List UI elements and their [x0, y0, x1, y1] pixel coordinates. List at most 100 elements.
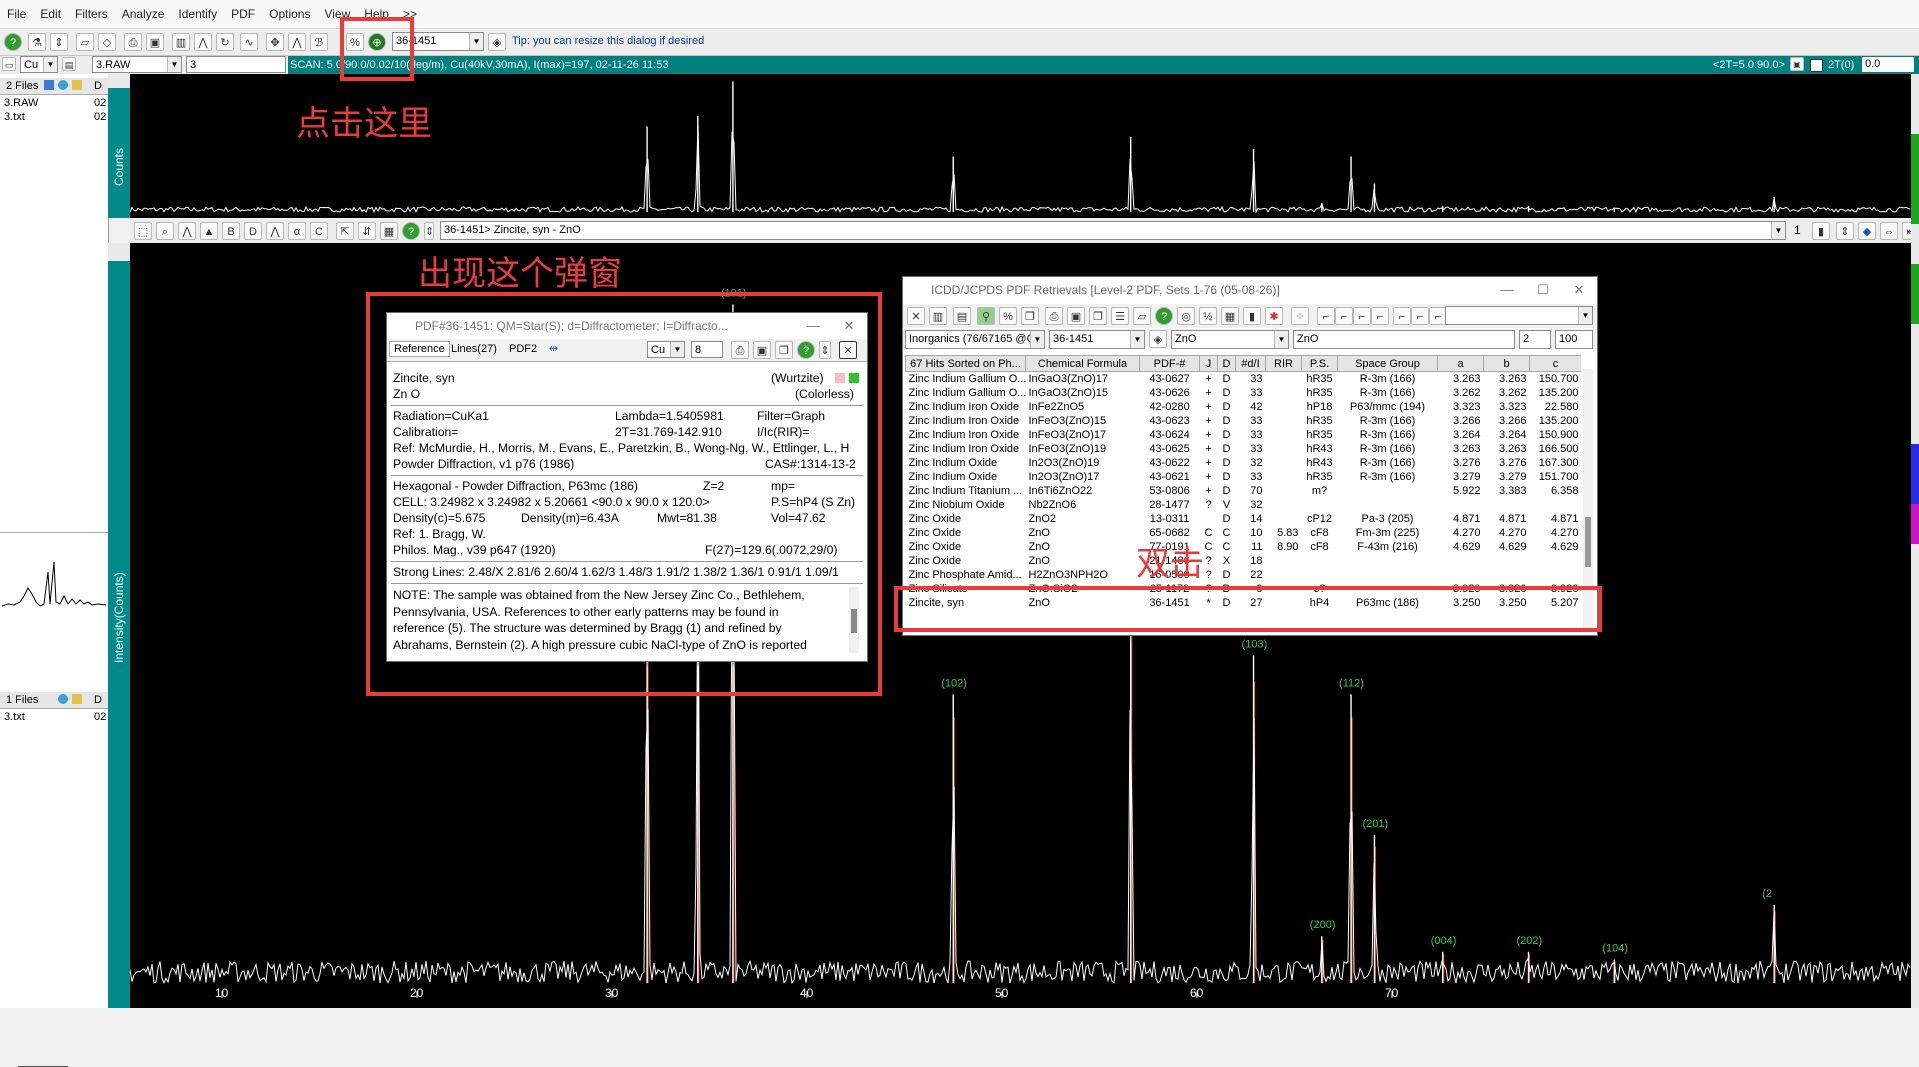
spin-icon[interactable]: ⇕ — [424, 222, 434, 240]
bracket-icon[interactable]: ⌐ — [1393, 307, 1411, 325]
hit-row[interactable]: Zinc Indium Iron Oxide InFeO3(ZnO)19 43-06… — [906, 442, 1582, 456]
lookup-icon[interactable]: ◈ — [1149, 330, 1167, 348]
toggle-icon[interactable]: ▮ — [1812, 222, 1830, 240]
folder-icon[interactable] — [72, 80, 82, 90]
anode-combo[interactable]: Cu ▼ — [20, 56, 58, 73]
scale-icon[interactable]: ⇵ — [358, 222, 376, 240]
menu-file[interactable]: File — [0, 0, 33, 28]
pdf-lookup-icon[interactable]: ◈ — [488, 33, 506, 51]
column-header[interactable]: 67 Hits Sorted on Ph... — [905, 355, 1026, 372]
angle-checkbox[interactable] — [1810, 59, 1823, 72]
peak-icon[interactable]: ⋀ — [178, 222, 196, 240]
max-input[interactable]: 100 — [1555, 330, 1593, 349]
hit-row[interactable]: Zinc Indium Gallium O... InGaO3(ZnO)15 43-… — [906, 386, 1582, 400]
column-header[interactable]: c — [1529, 355, 1581, 372]
cursor-icon[interactable]: C — [310, 222, 328, 240]
print-icon[interactable]: ⎙ — [124, 33, 142, 51]
subset-combo[interactable]: Inorganics (76/67165 @C ▼ — [905, 330, 1045, 349]
bracket-icon[interactable]: ⌐ — [1411, 307, 1429, 325]
pattern-icon[interactable]: ⁘ — [1291, 307, 1309, 325]
chevron-down-icon[interactable]: ▼ — [167, 57, 181, 72]
hit-row[interactable]: Zinc Niobium Oxide Nb2ZnO6 28-1477? V 32 — [906, 498, 1582, 512]
refresh-icon[interactable]: ↻ — [216, 33, 234, 51]
file-row-3txt[interactable]: 3.txt — [4, 110, 25, 124]
erase-icon[interactable]: ◇ — [98, 33, 116, 51]
chevron-down-icon[interactable]: ▼ — [1274, 331, 1288, 348]
bracket-icon[interactable]: ⌐ — [1317, 307, 1335, 325]
formula-search-input[interactable]: ZnO — [1293, 330, 1515, 349]
folder-icon[interactable] — [72, 694, 82, 704]
print-icon[interactable]: ⎙ — [1045, 307, 1063, 325]
updown-icon[interactable]: ⇕ — [50, 33, 68, 51]
hit-row[interactable]: Zinc Oxide ZnO2 13-0311 D 14 cP12 Pa-3 (205) 4.… — [906, 512, 1582, 526]
save-icon[interactable]: ▣ — [146, 33, 164, 51]
peak-icon[interactable]: ⋀ — [194, 33, 212, 51]
profile-icon[interactable]: ⋀ — [266, 222, 284, 240]
list-icon[interactable]: ☰ — [1111, 307, 1129, 325]
bg-icon[interactable]: ℬ — [310, 33, 328, 51]
menu-analyze[interactable]: Analyze — [115, 0, 172, 28]
copy-icon[interactable]: ❐ — [1021, 307, 1039, 325]
close-icon[interactable]: ✕ — [1561, 277, 1597, 303]
bracket-icon[interactable]: ⌐ — [1371, 307, 1389, 325]
bar-chart-icon[interactable]: ▥ — [172, 33, 190, 51]
zoom-icon[interactable]: ⌕ — [156, 222, 174, 240]
file-row-3raw[interactable]: 3.RAW — [4, 96, 38, 110]
min-input[interactable]: 2 — [1519, 330, 1551, 349]
chevron-down-icon[interactable]: ▼ — [1130, 331, 1144, 348]
smooth-icon[interactable]: ∿ — [240, 33, 258, 51]
column-header[interactable]: b — [1483, 355, 1530, 372]
menu-pdf[interactable]: PDF — [224, 0, 262, 28]
copy-icon[interactable]: ❐ — [1089, 307, 1107, 325]
select-icon[interactable]: ⬚ — [134, 222, 152, 240]
range-icon[interactable]: ▣ — [1790, 57, 1804, 71]
percent-icon[interactable]: % — [999, 307, 1017, 325]
maximize-icon[interactable]: ☐ — [1525, 277, 1561, 303]
column-header[interactable]: J — [1199, 355, 1218, 372]
column-header[interactable]: PDF-# — [1139, 355, 1200, 372]
shift-icon[interactable]: ⇔ — [1880, 222, 1898, 240]
overlay-pdf-combo[interactable]: 36-1451> Zincite, syn - ZnO ▼ — [440, 221, 1786, 240]
column-header[interactable]: Space Group — [1337, 355, 1438, 372]
bg-icon[interactable]: B — [222, 222, 240, 240]
file-row-3txt[interactable]: 3.txt — [4, 710, 25, 724]
bar-icon[interactable]: ▲ — [200, 222, 218, 240]
open-folder-icon[interactable]: ▱ — [1133, 307, 1151, 325]
hit-row[interactable]: Zinc Phosphate Amid... H2ZnO3NPH2O 16-0509… — [906, 568, 1582, 582]
hit-row[interactable]: Zinc Indium Iron Oxide InFeO3(ZnO)17 43-06… — [906, 428, 1582, 442]
hit-row[interactable]: Zinc Indium Iron Oxide InFe2ZnO5 42-0280 + D… — [906, 400, 1582, 414]
panel-button[interactable] — [108, 243, 130, 261]
scan-field[interactable]: 3 — [186, 56, 286, 73]
clear-icon[interactable]: ✕ — [907, 307, 925, 325]
pdf-no-combo[interactable]: 36-1451 ▼ — [1049, 330, 1145, 349]
column-header[interactable]: #d/I — [1235, 355, 1266, 372]
hit-row[interactable]: Zinc Indium Iron Oxide InFeO3(ZnO)15 43-06… — [906, 414, 1582, 428]
hit-row[interactable]: Zinc Oxide ZnO 77-0191 C C 11 8.90 cF8 F-43m (21… — [906, 540, 1582, 554]
hit-row[interactable]: Zinc Indium Oxide In2O3(ZnO)17 43-0621 + D 33… — [906, 470, 1582, 484]
hit-row[interactable]: Zinc Indium Gallium O... InGaO3(ZnO)17 43-… — [906, 372, 1582, 387]
hit-row[interactable]: Zinc Indium Titanium ... In6Ti6ZnO22 53-08… — [906, 484, 1582, 498]
diamond-icon[interactable]: ◆ — [1858, 222, 1876, 240]
pdf-retrieval-dialog[interactable]: 📌 ICDD/JCPDS PDF Retrievals [Level-2 PDF… — [902, 276, 1598, 636]
grid-icon[interactable]: ▦ — [380, 222, 398, 240]
df-icon[interactable]: D — [244, 222, 262, 240]
color-palette[interactable] — [1911, 74, 1919, 1008]
panel-button[interactable] — [108, 74, 130, 88]
bracket-icon[interactable]: ⌐ — [1335, 307, 1353, 325]
column-header[interactable]: D — [1217, 355, 1236, 372]
help-icon[interactable]: ? — [402, 222, 420, 240]
ka2-icon[interactable]: α — [288, 222, 306, 240]
file-combo[interactable]: 3.RAW ▼ — [92, 56, 182, 73]
chevron-down-icon[interactable]: ▼ — [43, 57, 57, 72]
list-icon[interactable]: ▤ — [953, 307, 971, 325]
hit-row[interactable]: Zinc Oxide ZnO 21-1486? X 18 — [906, 554, 1582, 568]
column-header[interactable]: Chemical Formula — [1025, 355, 1140, 372]
pattern-thumbnail[interactable] — [1, 544, 107, 624]
formula-combo[interactable]: ZnO ▼ — [1171, 330, 1289, 349]
chevron-down-icon[interactable]: ▼ — [1030, 331, 1044, 348]
retrieval-options-combo[interactable]: ▼ — [1445, 306, 1593, 325]
menu-edit[interactable]: Edit — [33, 0, 68, 28]
menu-identify[interactable]: Identify — [171, 0, 224, 28]
column-header[interactable]: RIR — [1265, 355, 1302, 372]
open-folder-icon[interactable]: ▱ — [76, 33, 94, 51]
